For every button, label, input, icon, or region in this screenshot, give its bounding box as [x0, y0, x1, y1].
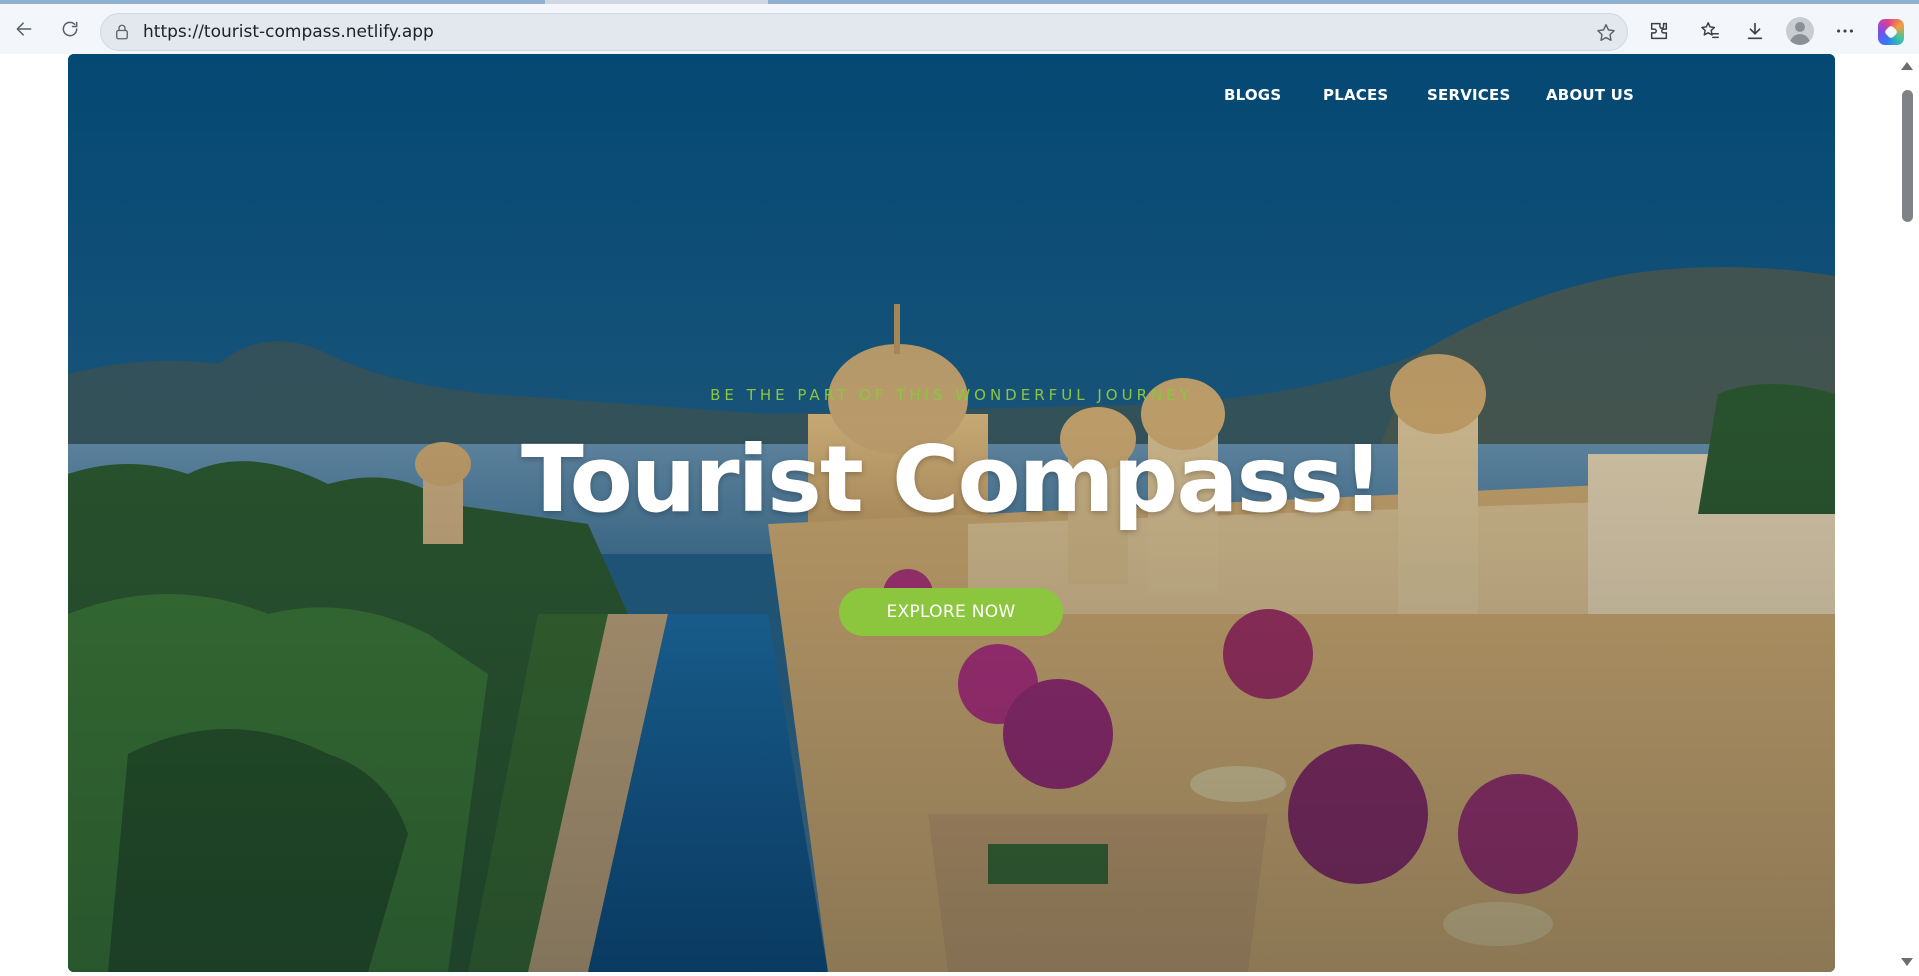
download-icon [1747, 22, 1763, 40]
nav-item-places[interactable]: PLACES [1323, 86, 1388, 104]
url-text[interactable]: https://tourist-compass.netlify.app [143, 22, 434, 42]
downloads-button[interactable] [1741, 17, 1769, 45]
more-icon [1837, 29, 1853, 33]
favorites-icon [1701, 22, 1719, 39]
lock-icon [116, 24, 128, 40]
nav-item-services[interactable]: SERVICES [1427, 86, 1510, 104]
browser-toolbar: https://tourist-compass.netlify.app [0, 4, 1919, 54]
main-nav: BLOGS PLACES SERVICES ABOUT US [68, 86, 1835, 110]
back-button[interactable] [8, 13, 40, 45]
star-icon[interactable] [1595, 22, 1617, 44]
copilot-icon[interactable] [1878, 19, 1904, 45]
scroll-up-arrow-icon[interactable] [1901, 62, 1913, 70]
puzzle-icon [1650, 22, 1668, 40]
scrollbar-thumb[interactable] [1902, 90, 1913, 222]
explore-now-button[interactable]: EXPLORE NOW [839, 588, 1063, 636]
page-scrollbar[interactable] [1895, 54, 1919, 976]
nav-item-blogs[interactable]: BLOGS [1224, 86, 1281, 104]
more-menu-button[interactable] [1831, 17, 1859, 45]
avatar-body [1790, 34, 1810, 45]
favorites-button[interactable] [1696, 17, 1724, 45]
hero-section: BLOGS PLACES SERVICES ABOUT US BE THE PA… [68, 54, 1835, 972]
hero-tagline: BE THE PART OF THIS WONDERFUL JOURNEY [710, 386, 1193, 404]
extensions-button[interactable] [1645, 17, 1673, 45]
avatar-head [1795, 22, 1805, 32]
scroll-down-arrow-icon[interactable] [1901, 958, 1913, 966]
address-bar[interactable]: https://tourist-compass.netlify.app [100, 13, 1628, 51]
nav-item-about-us[interactable]: ABOUT US [1546, 86, 1634, 104]
arrow-left-icon [16, 22, 32, 36]
refresh-button[interactable] [54, 13, 86, 45]
profile-avatar[interactable] [1786, 17, 1814, 45]
refresh-icon [62, 21, 78, 37]
hero-title: Tourist Compass! [521, 426, 1384, 533]
